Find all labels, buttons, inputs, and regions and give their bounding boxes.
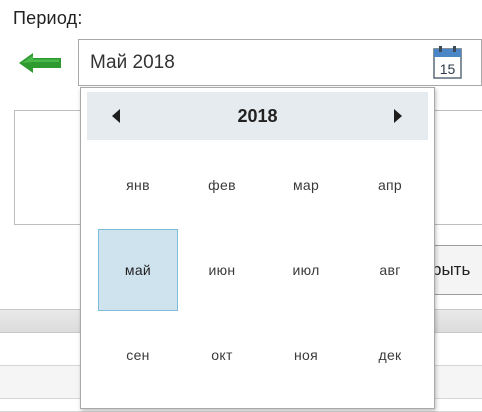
calendar-icon: 15 <box>433 46 462 79</box>
picker-year-label[interactable]: 2018 <box>207 106 308 127</box>
month-cell-12[interactable]: дек <box>350 314 430 396</box>
month-cell-3[interactable]: мар <box>266 144 346 226</box>
previous-year-button[interactable] <box>105 106 129 126</box>
month-picker-header: 2018 <box>87 92 428 140</box>
month-picker-popup: 2018 янв фев мар апр май июн июл авг сен окт ноя де… <box>80 87 435 409</box>
month-cell-11[interactable]: ноя <box>266 314 346 396</box>
month-grid: янв фев мар апр май июн июл авг сен окт ноя дек <box>94 144 430 402</box>
calendar-icon-day: 15 <box>440 61 456 77</box>
period-date-value: Май 2018 <box>90 52 175 73</box>
month-cell-6[interactable]: июн <box>182 229 262 311</box>
month-cell-8[interactable]: авг <box>350 229 430 311</box>
calendar-button[interactable]: 15 <box>431 45 465 81</box>
month-cell-9[interactable]: сен <box>98 314 178 396</box>
month-cell-10[interactable]: окт <box>182 314 262 396</box>
month-cell-2[interactable]: фев <box>182 144 262 226</box>
month-cell-7[interactable]: июл <box>266 229 346 311</box>
period-label: Период: <box>13 8 83 28</box>
month-cell-5[interactable]: май <box>98 229 178 311</box>
next-year-button[interactable] <box>385 106 409 126</box>
month-cell-4[interactable]: апр <box>350 144 430 226</box>
arrow-left-icon <box>19 53 61 73</box>
month-cell-1[interactable]: янв <box>98 144 178 226</box>
prev-period-button[interactable] <box>18 52 62 74</box>
background-open-button-label: рыть <box>432 260 471 279</box>
period-date-field[interactable]: Май 2018 15 <box>78 39 482 86</box>
